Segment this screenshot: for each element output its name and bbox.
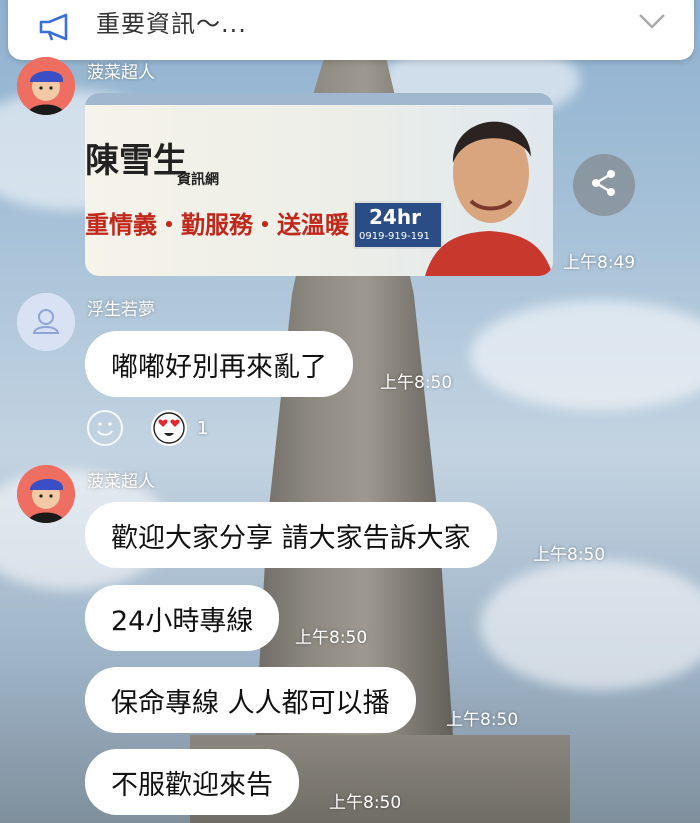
message-text: 歡迎大家分享 請大家告訴大家 — [111, 522, 471, 554]
avatar[interactable] — [17, 293, 75, 351]
message-time: 上午8:50 — [380, 373, 453, 393]
message-bubble[interactable]: 24小時專線 — [85, 585, 280, 651]
message-bubble[interactable]: 歡迎大家分享 請大家告訴大家 — [85, 502, 497, 568]
message-time: 上午8:49 — [563, 253, 636, 273]
image-message[interactable]: 陳雪生 資訊網 重情義・勤服務・送溫暖 24hr 0919-919-191 — [85, 93, 553, 276]
message-bubble[interactable]: 不服歡迎來告 — [85, 749, 299, 815]
pinned-notice[interactable]: 重要資訊〜... — [8, 0, 694, 60]
add-reaction-button[interactable] — [87, 410, 123, 446]
message-bubble[interactable]: 保命專線 人人都可以播 — [85, 667, 416, 733]
avatar[interactable] — [17, 57, 75, 115]
reaction-count: 1 — [197, 418, 209, 439]
message-text: 保命專線 人人都可以播 — [111, 687, 390, 719]
person-photo — [425, 121, 553, 276]
message-time: 上午8:50 — [533, 545, 606, 565]
smiley-icon — [89, 422, 121, 448]
share-button[interactable] — [573, 154, 635, 216]
chevron-down-icon[interactable] — [638, 12, 666, 34]
notice-text: 重要資訊〜... — [96, 10, 247, 38]
heart-eyes-icon — [153, 412, 185, 444]
message-time: 上午8:50 — [295, 628, 368, 648]
share-icon — [589, 168, 619, 202]
banner-title: 陳雪生 — [85, 141, 187, 181]
sender-name: 浮生若夢 — [87, 300, 155, 320]
megaphone-icon — [38, 12, 76, 46]
message-text: 嘟嘟好別再來亂了 — [111, 351, 327, 383]
message-time: 上午8:50 — [446, 710, 519, 730]
message-text: 24小時專線 — [111, 605, 254, 637]
banner-slogan: 重情義・勤服務・送溫暖 — [85, 210, 349, 239]
message-bubble[interactable]: 嘟嘟好別再來亂了 — [85, 331, 353, 397]
sender-name: 菠菜超人 — [87, 63, 155, 83]
message-text: 不服歡迎來告 — [111, 769, 273, 801]
banner-subtitle: 資訊網 — [177, 172, 219, 188]
heart-eyes-reaction[interactable] — [151, 410, 187, 446]
sender-name: 菠菜超人 — [87, 472, 155, 492]
message-time: 上午8:50 — [329, 793, 402, 813]
avatar[interactable] — [17, 465, 75, 523]
